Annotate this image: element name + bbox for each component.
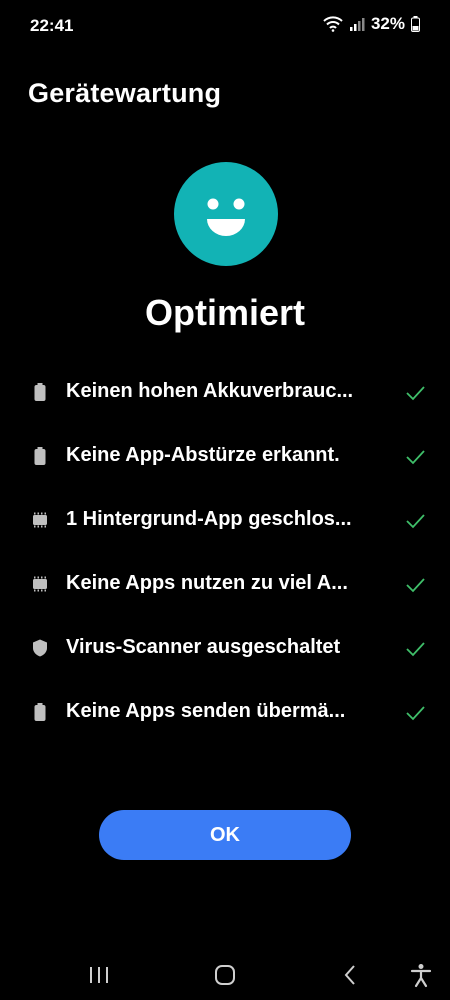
- memory-chip-icon: [33, 576, 47, 592]
- signal-icon: [349, 18, 365, 31]
- wifi-icon: [323, 16, 343, 32]
- check-item-label: Keine Apps nutzen zu viel A...: [66, 572, 348, 594]
- checkmark-icon: [406, 642, 425, 657]
- status-time: 22:41: [30, 16, 74, 35]
- checkmark-icon: [406, 386, 425, 401]
- check-item-label: Virus-Scanner ausgeschaltet: [66, 636, 341, 658]
- checkmark-icon: [406, 578, 425, 593]
- check-item-label: Keine Apps senden übermä...: [66, 700, 346, 722]
- accessibility-icon[interactable]: [408, 962, 434, 988]
- status-bar: 22:41 32%: [0, 0, 450, 50]
- ok-button[interactable]: OK: [99, 810, 351, 860]
- check-item-label: Keinen hohen Akkuverbrauc...: [66, 380, 354, 402]
- checkmark-icon: [406, 450, 425, 465]
- optimization-status: Optimiert: [144, 292, 305, 333]
- check-item-virus-scanner: Virus-Scanner ausgeschaltet: [0, 616, 450, 680]
- check-item-background-apps: 1 Hintergrund-App geschlos...: [0, 488, 450, 552]
- check-item-battery-usage: Keinen hohen Akkuverbrauc...: [0, 360, 450, 424]
- checkmark-icon: [406, 514, 425, 529]
- memory-chip-icon: [33, 512, 47, 528]
- checkmark-icon: [406, 706, 425, 721]
- battery-percent: 32%: [370, 14, 405, 33]
- battery-icon: [34, 703, 46, 721]
- battery-icon: [34, 383, 46, 401]
- back-icon[interactable]: [338, 962, 364, 988]
- check-item-data-usage: Keine Apps senden übermä...: [0, 680, 450, 744]
- shield-icon: [33, 639, 47, 657]
- check-item-label: Keine App-Abstürze erkannt.: [66, 444, 340, 466]
- check-item-memory-usage: Keine Apps nutzen zu viel A...: [0, 552, 450, 616]
- navigation-bar: [0, 948, 450, 1000]
- battery-icon: [411, 16, 420, 32]
- battery-icon: [34, 447, 46, 465]
- check-item-label: 1 Hintergrund-App geschlos...: [66, 508, 352, 530]
- page-title: Gerätewartung: [28, 78, 222, 108]
- status-indicators: 32%: [323, 14, 420, 34]
- smiley-face-icon: [174, 162, 278, 266]
- recent-apps-icon[interactable]: [86, 962, 112, 988]
- check-item-app-crashes: Keine App-Abstürze erkannt.: [0, 424, 450, 488]
- home-icon[interactable]: [212, 962, 238, 988]
